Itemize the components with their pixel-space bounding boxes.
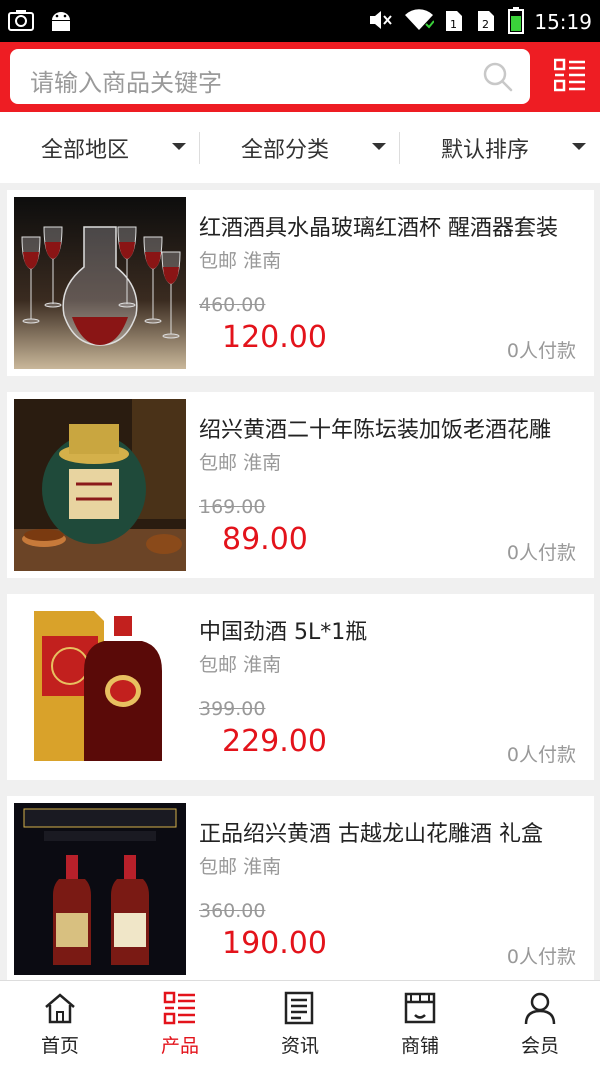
filter-region[interactable]: 全部地区 bbox=[0, 112, 200, 183]
search-placeholder: 请输入商品关键字 bbox=[30, 69, 222, 97]
original-price: 360.00 bbox=[199, 900, 266, 922]
news-icon bbox=[283, 991, 317, 1027]
svg-text:1: 1 bbox=[450, 18, 457, 31]
product-image-jingjiu-bottle[interactable] bbox=[14, 601, 186, 773]
shop-icon bbox=[403, 991, 437, 1027]
location-label: 淮南 bbox=[243, 856, 282, 878]
product-list-icon bbox=[163, 991, 197, 1027]
battery-icon bbox=[508, 6, 525, 38]
filter-sort-label: 默认排序 bbox=[440, 137, 529, 163]
original-price: 460.00 bbox=[199, 294, 266, 316]
search-icon[interactable] bbox=[482, 61, 514, 97]
product-title[interactable]: 中国劲酒 5L*1瓶 bbox=[199, 614, 579, 646]
home-icon bbox=[43, 991, 77, 1027]
product-title[interactable]: 红酒酒具水晶玻璃红酒杯 醒酒器套装 bbox=[199, 210, 579, 242]
status-bar: 1 2 15:19 bbox=[0, 0, 600, 42]
mute-icon bbox=[368, 8, 394, 36]
filter-category[interactable]: 全部分类 bbox=[200, 112, 400, 183]
caret-down-icon bbox=[172, 143, 186, 150]
shipping-label: 包邮 bbox=[199, 452, 238, 474]
location-label: 淮南 bbox=[243, 250, 282, 272]
product-image-huadiao-bottles[interactable] bbox=[14, 803, 186, 975]
filter-bar: 全部地区 全部分类 默认排序 bbox=[0, 112, 600, 183]
product-card[interactable]: 正品绍兴黄酒 古越龙山花雕酒 礼盒 包邮 淮南 360.00 190.00 0人… bbox=[7, 796, 594, 982]
sim2-icon: 2 bbox=[476, 7, 498, 37]
nav-products-label: 产品 bbox=[160, 1034, 199, 1057]
original-price: 169.00 bbox=[199, 496, 266, 518]
nav-news[interactable]: 资讯 bbox=[240, 981, 360, 1067]
nav-products[interactable]: 产品 bbox=[120, 981, 240, 1067]
product-card[interactable]: 红酒酒具水晶玻璃红酒杯 醒酒器套装 包邮 淮南 460.00 120.00 0人… bbox=[7, 190, 594, 376]
header-bar: 请输入商品关键字 bbox=[0, 42, 600, 112]
member-icon bbox=[523, 991, 557, 1027]
shipping-label: 包邮 bbox=[199, 856, 238, 878]
sale-price: 229.00 bbox=[222, 724, 327, 759]
location-label: 淮南 bbox=[243, 654, 282, 676]
product-meta: 包邮 淮南 bbox=[199, 852, 281, 879]
product-card[interactable]: 中国劲酒 5L*1瓶 包邮 淮南 399.00 229.00 0人付款 bbox=[7, 594, 594, 780]
filter-category-label: 全部分类 bbox=[240, 137, 329, 163]
product-meta: 包邮 淮南 bbox=[199, 650, 281, 677]
product-title[interactable]: 绍兴黄酒二十年陈坛装加饭老酒花雕 bbox=[199, 412, 579, 444]
svg-text:2: 2 bbox=[482, 18, 489, 31]
nav-shop-label: 商铺 bbox=[400, 1034, 439, 1057]
sale-price: 190.00 bbox=[222, 926, 327, 961]
category-list-icon[interactable] bbox=[553, 58, 586, 96]
sold-count: 0人付款 bbox=[506, 946, 576, 968]
sold-count: 0人付款 bbox=[506, 744, 576, 766]
sim1-icon: 1 bbox=[444, 7, 466, 37]
filter-sort[interactable]: 默认排序 bbox=[400, 112, 600, 183]
sale-price: 120.00 bbox=[222, 320, 327, 355]
wifi-icon bbox=[404, 8, 436, 36]
product-meta: 包邮 淮南 bbox=[199, 448, 281, 475]
filter-region-label: 全部地区 bbox=[40, 137, 129, 163]
screenshot-icon bbox=[8, 8, 34, 38]
sold-count: 0人付款 bbox=[506, 340, 576, 362]
nav-home-label: 首页 bbox=[40, 1034, 79, 1057]
sold-count: 0人付款 bbox=[506, 542, 576, 564]
product-image-wine-glasses[interactable] bbox=[14, 197, 186, 369]
nav-member[interactable]: 会员 bbox=[480, 981, 600, 1067]
shipping-label: 包邮 bbox=[199, 654, 238, 676]
nav-news-label: 资讯 bbox=[280, 1034, 319, 1057]
original-price: 399.00 bbox=[199, 698, 266, 720]
sale-price: 89.00 bbox=[222, 522, 308, 557]
caret-down-icon bbox=[572, 143, 586, 150]
product-title[interactable]: 正品绍兴黄酒 古越龙山花雕酒 礼盒 bbox=[199, 816, 579, 848]
product-card[interactable]: 绍兴黄酒二十年陈坛装加饭老酒花雕 包邮 淮南 169.00 89.00 0人付款 bbox=[7, 392, 594, 578]
product-image-yellow-wine-jar[interactable] bbox=[14, 399, 186, 571]
bottom-nav: 首页 产品 资讯 商铺 会员 bbox=[0, 980, 600, 1067]
status-time: 15:19 bbox=[534, 10, 592, 34]
product-meta: 包邮 淮南 bbox=[199, 246, 281, 273]
search-input[interactable]: 请输入商品关键字 bbox=[10, 49, 530, 104]
location-label: 淮南 bbox=[243, 452, 282, 474]
caret-down-icon bbox=[372, 143, 386, 150]
nav-member-label: 会员 bbox=[520, 1034, 559, 1057]
nav-shop[interactable]: 商铺 bbox=[360, 981, 480, 1067]
android-icon bbox=[48, 8, 74, 38]
shipping-label: 包邮 bbox=[199, 250, 238, 272]
nav-home[interactable]: 首页 bbox=[0, 981, 120, 1067]
